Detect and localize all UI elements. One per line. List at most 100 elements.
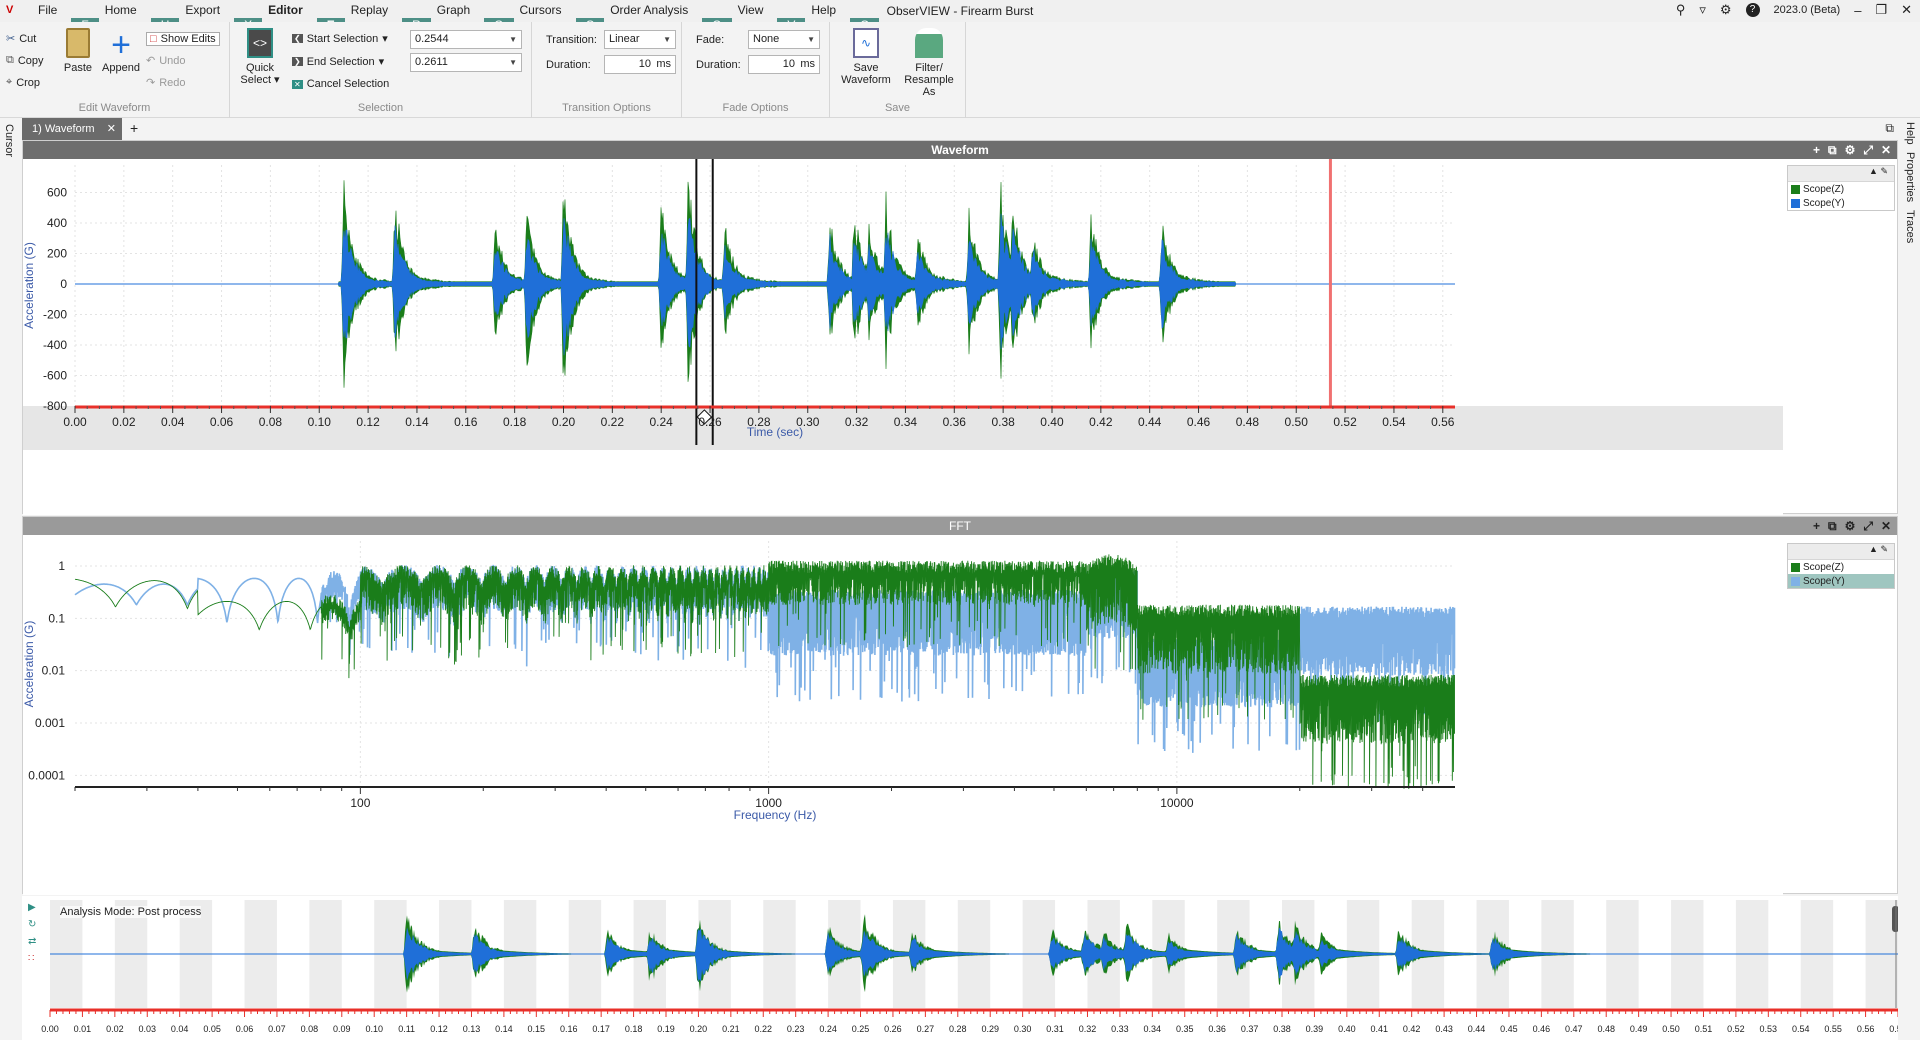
chevron-down-icon[interactable]: ▼ — [807, 31, 815, 48]
filter-icon[interactable]: ▿ — [1699, 2, 1706, 18]
close-icon[interactable]: ✕ — [1881, 517, 1891, 535]
transition-duration-label: Duration: — [546, 59, 591, 71]
end-selection-field[interactable]: 0.2611 ▼ — [410, 53, 522, 72]
chevron-down-icon[interactable]: ▼ — [509, 31, 517, 48]
transition-select[interactable]: Linear ▼ — [604, 30, 676, 49]
quick-select-button[interactable]: <> Quick Select ▾ — [240, 28, 280, 86]
overview-x-tick-label: 0.31 — [1046, 1024, 1064, 1034]
fade-select[interactable]: None ▼ — [748, 30, 820, 49]
expand-icon[interactable]: ⤢ — [1863, 517, 1873, 535]
new-window-icon[interactable]: ⧉ — [1885, 121, 1894, 136]
start-selection-button[interactable]: ❮ Start Selection ▾ — [292, 32, 388, 45]
overview-chart[interactable]: 0.00 0.01 0.02 0.03 0.04 0.05 0.06 0.07 0.08 0.09… — [38, 896, 1898, 1040]
menu-help[interactable]: HelpQ — [801, 3, 880, 32]
legend-item-scope-z[interactable]: Scope(Z) — [1788, 182, 1894, 196]
transition-duration-field[interactable]: 10 ms — [604, 55, 676, 74]
menu-view[interactable]: ViewV — [728, 3, 806, 32]
filter-resample-button[interactable]: Filter/ Resample As — [898, 28, 960, 98]
copy-icon[interactable]: ⧉ — [1828, 141, 1837, 159]
repeat-icon[interactable]: ⇄ — [28, 936, 36, 947]
menu-editor[interactable]: EditorE — [258, 3, 345, 32]
overview-x-tick-label: 0.22 — [754, 1024, 772, 1034]
start-selection-field[interactable]: 0.2544 ▼ — [410, 30, 522, 49]
overview-x-tick-label: 0.48 — [1597, 1024, 1615, 1034]
minimize-button[interactable]: – — [1854, 3, 1861, 18]
loop-icon[interactable]: ↻ — [28, 919, 36, 930]
menu-cursors[interactable]: CursorsC — [510, 3, 605, 32]
add-icon[interactable]: + — [1813, 141, 1820, 159]
menu-file[interactable]: FileF — [28, 3, 99, 32]
close-tab-icon[interactable]: ✕ — [107, 118, 116, 140]
chevron-down-icon[interactable]: ▼ — [509, 54, 517, 71]
y-tick-label: -200 — [43, 307, 67, 321]
menu-home[interactable]: HomeH — [95, 3, 180, 32]
paste-button[interactable]: Paste — [60, 28, 96, 74]
fade-duration-field[interactable]: 10 ms — [748, 55, 820, 74]
legend-controls[interactable]: ▲ ✎ — [1788, 166, 1894, 182]
traces-side-tab[interactable]: Traces — [1904, 210, 1916, 243]
end-marker-icon: ❯ — [292, 57, 303, 66]
gear-icon[interactable]: ⚙ — [1845, 517, 1856, 535]
save-group: ∿ Save Waveform Filter/ Resample As Save — [830, 22, 966, 118]
save-waveform-button[interactable]: ∿ Save Waveform — [836, 28, 896, 86]
menu-graph[interactable]: GraphG — [427, 3, 514, 32]
fft-chart[interactable]: 10.10.010.0010.0001100 1000 10000Frequency… — [23, 535, 1783, 895]
cursor-side-tab[interactable]: Cursor — [3, 124, 15, 157]
play-icon[interactable]: ▶ — [28, 902, 36, 913]
y-tick-label: 0.1 — [48, 611, 65, 625]
x-tick-label: 0.02 — [112, 415, 136, 429]
analysis-mode-label: Analysis Mode: Post process — [60, 906, 202, 918]
menu-replay[interactable]: ReplayR — [341, 3, 431, 32]
waveform-panel-header: Waveform + ⧉ ⚙ ⤢ ✕ — [23, 141, 1897, 159]
overview-x-tick-label: 0.43 — [1435, 1024, 1453, 1034]
selection-group: <> Quick Select ▾ ❮ Start Selection ▾ ❯ En… — [230, 22, 532, 118]
x-tick-label: 0.42 — [1089, 415, 1113, 429]
properties-side-tab[interactable]: Properties — [1904, 152, 1916, 202]
restore-button[interactable]: ❐ — [1875, 2, 1887, 18]
overview-x-tick-label: 0.17 — [592, 1024, 610, 1034]
close-icon[interactable]: ✕ — [1881, 141, 1891, 159]
copy-button[interactable]: ⧉ Copy — [6, 54, 44, 67]
copy-icon: ⧉ — [6, 54, 14, 66]
menu-order-analysis[interactable]: Order AnalysisO — [600, 3, 732, 32]
overview-x-tick-label: 0.26 — [884, 1024, 902, 1034]
menu-export[interactable]: ExportX — [175, 3, 263, 32]
settings-icon[interactable]: ∷ — [28, 953, 36, 964]
end-selection-button[interactable]: ❯ End Selection ▾ — [292, 55, 384, 68]
copy-icon[interactable]: ⧉ — [1828, 517, 1837, 535]
add-icon[interactable]: + — [1813, 517, 1820, 535]
legend-item-scope-y[interactable]: Scope(Y) — [1788, 196, 1894, 210]
add-tab-button[interactable]: + — [130, 120, 138, 136]
undo-button[interactable]: ↶ Undo — [146, 54, 186, 68]
legend-controls[interactable]: ▲ ✎ — [1788, 544, 1894, 560]
overview-x-tick-label: 0.10 — [365, 1024, 383, 1034]
cut-button[interactable]: ✂ Cut — [6, 32, 36, 46]
help-icon[interactable]: ? — [1745, 3, 1760, 17]
x-tick-label: 0.14 — [405, 415, 429, 429]
cancel-selection-button[interactable]: ✕ Cancel Selection — [292, 78, 389, 90]
y-tick-label: -600 — [43, 368, 67, 382]
waveform-chart[interactable]: 600 400 200 0 -200 -400 -600 -800 0.00 0.02 0.04 0.… — [23, 159, 1783, 515]
show-edits-button[interactable]: □ Show Edits — [146, 32, 220, 46]
crop-button[interactable]: ⌖ Crop — [6, 76, 40, 89]
x-tick-label: 0.26 — [698, 415, 722, 429]
x-tick-label: 0.36 — [943, 415, 967, 429]
x-tick-label: 0.48 — [1236, 415, 1260, 429]
redo-button[interactable]: ↷ Redo — [146, 76, 186, 90]
overview-x-tick-label: 0.40 — [1338, 1024, 1356, 1034]
pin-icon[interactable]: ⚲ — [1676, 2, 1686, 18]
close-button[interactable]: ✕ — [1901, 2, 1912, 18]
expand-icon[interactable]: ⤢ — [1863, 141, 1873, 159]
fade-label: Fade: — [696, 34, 725, 46]
gear-icon[interactable]: ⚙ — [1845, 141, 1856, 159]
legend-item-scope-y[interactable]: Scope(Y) — [1788, 574, 1894, 588]
tab-waveform[interactable]: 1) Waveform ✕ — [22, 118, 122, 140]
overview-x-tick-label: 0.30 — [1014, 1024, 1032, 1034]
legend-item-scope-z[interactable]: Scope(Z) — [1788, 560, 1894, 574]
x-tick-label: 0.24 — [650, 415, 674, 429]
gear-icon[interactable]: ⚙ — [1720, 2, 1732, 18]
y-tick-label: 0.0001 — [28, 768, 65, 782]
help-side-tab[interactable]: Help — [1904, 122, 1916, 145]
chevron-down-icon[interactable]: ▼ — [663, 31, 671, 48]
append-button[interactable]: + Append — [100, 28, 142, 74]
